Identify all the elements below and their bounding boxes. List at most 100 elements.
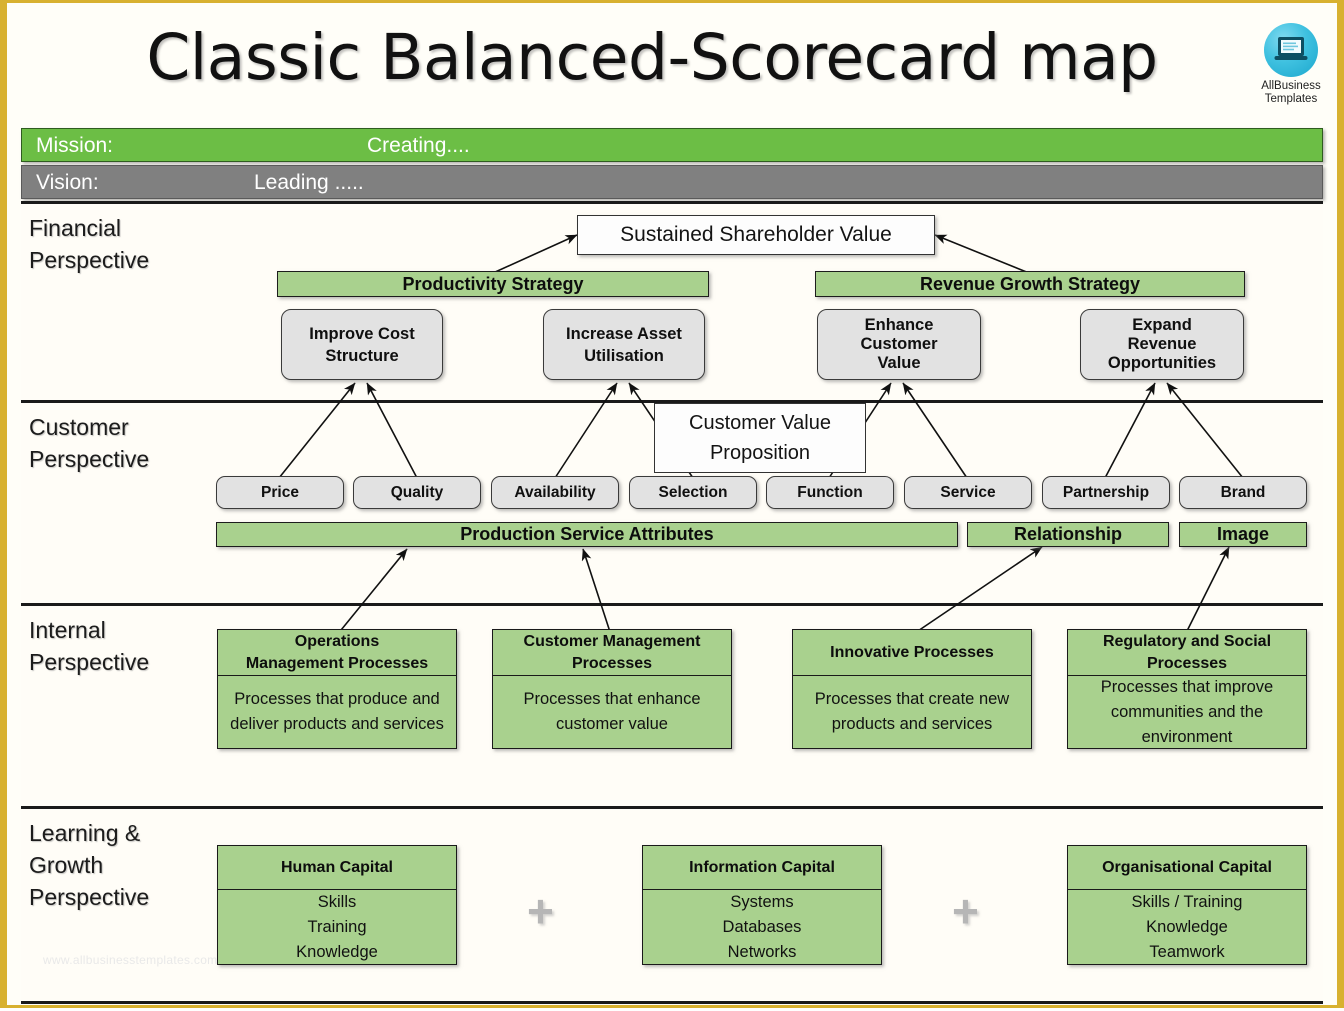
regulatory-and-social-processes-card: Regulatory and Social Processes Processe… — [1067, 629, 1307, 749]
innovative-processes-card: Innovative Processes Processes that crea… — [792, 629, 1032, 749]
attribute-label: Function — [797, 483, 863, 501]
group-label: Relationship — [1013, 524, 1122, 544]
information-capital-card: Information Capital Systems Databases Ne… — [642, 845, 882, 965]
logo-line-2: Templates — [1264, 93, 1318, 105]
process-title-line1: Regulatory and Social — [1102, 632, 1272, 650]
learning-label-line2: Growth — [29, 852, 104, 878]
customer-value-proposition-box: Customer Value Proposition — [654, 403, 866, 473]
process-title-line2: Processes — [1146, 654, 1228, 672]
revenue-growth-strategy-bar: Revenue Growth Strategy — [815, 271, 1245, 297]
plus-sign-1: + — [527, 885, 554, 937]
improve-cost-line1: Improve Cost — [309, 324, 415, 343]
capital-title: Human Capital — [218, 846, 456, 890]
learning-label-line1: Learning & — [29, 820, 141, 846]
capital-items: Systems Databases Networks — [643, 890, 881, 964]
operations-management-processes-card: Operations Management Processes Processe… — [217, 629, 457, 749]
mission-ribbon: Mission: Creating.... — [21, 128, 1323, 162]
plus-sign-2: + — [952, 885, 979, 937]
enhance-customer-line2: Customer — [860, 335, 938, 353]
group-label: Image — [1216, 524, 1270, 544]
internal-label-line1: Internal — [29, 617, 106, 643]
process-title-line1: Innovative Processes — [830, 643, 994, 661]
attribute-label: Selection — [658, 483, 728, 501]
production-service-attributes-bar: Production Service Attributes — [216, 522, 958, 547]
image-bar: Image — [1179, 522, 1307, 547]
expand-revenue-line3: Opportunities — [1107, 354, 1217, 372]
increase-asset-line1: Increase Asset — [566, 324, 682, 343]
enhance-customer-line3: Value — [877, 354, 921, 372]
capital-title: Organisational Capital — [1068, 846, 1306, 890]
attribute-price: Price — [216, 476, 344, 509]
process-description: Processes that produce and deliver produ… — [218, 676, 456, 748]
organisational-capital-card: Organisational Capital Skills / Training… — [1067, 845, 1307, 965]
revenue-growth-strategy-label: Revenue Growth Strategy — [919, 273, 1141, 294]
page-title: Classic Balanced-Scorecard map — [146, 21, 1158, 94]
process-title: Customer Management Processes — [493, 630, 731, 676]
vision-label: Vision: — [36, 171, 99, 194]
attribute-quality: Quality — [353, 476, 481, 509]
cvp-line1: Customer Value — [689, 412, 831, 434]
mission-label: Mission: — [36, 134, 114, 157]
learning-label-line3: Perspective — [29, 884, 150, 910]
improve-cost-line2: Structure — [325, 346, 399, 365]
enhance-customer-line1: Enhance — [864, 316, 934, 334]
attribute-label: Service — [940, 483, 996, 501]
attribute-brand: Brand — [1179, 476, 1307, 509]
scorecard-page: Classic Balanced-Scorecard map AllBusine… — [0, 0, 1344, 1008]
process-title-line2: Management Processes — [245, 654, 429, 672]
attribute-label: Availability — [514, 483, 596, 501]
enhance-customer-value-box: Enhance Customer Value — [817, 309, 981, 380]
attribute-label: Price — [261, 483, 299, 501]
laptop-icon — [1264, 23, 1318, 77]
customer-management-processes-card: Customer Management Processes Processes … — [492, 629, 732, 749]
sustained-shareholder-value-box: Sustained Shareholder Value — [577, 215, 935, 255]
attribute-availability: Availability — [491, 476, 619, 509]
attribute-service: Service — [904, 476, 1032, 509]
internal-label-line2: Perspective — [29, 649, 150, 675]
internal-perspective-label: Internal Perspective — [29, 614, 149, 678]
logo-line-1: AllBusiness — [1261, 80, 1321, 92]
process-description: Processes that enhance customer value — [493, 676, 731, 748]
financial-perspective-label: Financial Perspective — [29, 212, 149, 276]
title-bar: Classic Balanced-Scorecard map AllBusine… — [7, 3, 1337, 121]
improve-cost-structure-box: Improve Cost Structure — [281, 309, 443, 380]
capital-items: Skills / Training Knowledge Teamwork — [1068, 890, 1306, 964]
process-title: Operations Management Processes — [218, 630, 456, 676]
financial-label-line2: Perspective — [29, 247, 150, 273]
logo-label: AllBusiness Templates — [1250, 80, 1332, 106]
relationship-bar: Relationship — [967, 522, 1169, 547]
customer-label-line2: Perspective — [29, 446, 150, 472]
attribute-label: Quality — [390, 483, 444, 501]
expand-revenue-opportunities-box: Expand Revenue Opportunities — [1080, 309, 1244, 380]
allbusiness-templates-logo: AllBusiness Templates — [1250, 23, 1332, 115]
process-title: Innovative Processes — [793, 630, 1031, 676]
process-title-line1: Operations — [294, 632, 380, 650]
customer-perspective-label: Customer Perspective — [29, 411, 149, 475]
attribute-label: Brand — [1220, 483, 1266, 501]
increase-asset-line2: Utilisation — [584, 346, 664, 365]
customer-label-line1: Customer — [29, 414, 129, 440]
attribute-partnership: Partnership — [1042, 476, 1170, 509]
process-title-line1: Customer Management — [523, 632, 701, 650]
process-title-line2: Processes — [571, 654, 653, 672]
human-capital-card: Human Capital Skills Training Knowledge — [217, 845, 457, 965]
expand-revenue-line1: Expand — [1132, 316, 1192, 334]
productivity-strategy-bar: Productivity Strategy — [277, 271, 709, 297]
apex-label: Sustained Shareholder Value — [620, 223, 892, 246]
process-title: Regulatory and Social Processes — [1068, 630, 1306, 676]
process-description: Processes that improve communities and t… — [1068, 676, 1306, 748]
process-description: Processes that create new products and s… — [793, 676, 1031, 748]
mission-value: Creating.... — [367, 134, 470, 157]
attribute-label: Partnership — [1062, 483, 1150, 501]
vision-ribbon: Vision: Leading ..... — [21, 165, 1323, 199]
vision-value: Leading ..... — [254, 171, 364, 194]
increase-asset-utilisation-box: Increase Asset Utilisation — [543, 309, 705, 380]
learning-perspective-label: Learning & Growth Perspective — [29, 817, 149, 913]
capital-items: Skills Training Knowledge — [218, 890, 456, 964]
group-label: Production Service Attributes — [460, 524, 714, 544]
attribute-selection: Selection — [629, 476, 757, 509]
capital-title: Information Capital — [643, 846, 881, 890]
financial-label-line1: Financial — [29, 215, 122, 241]
attribute-function: Function — [766, 476, 894, 509]
productivity-strategy-label: Productivity Strategy — [402, 273, 584, 294]
